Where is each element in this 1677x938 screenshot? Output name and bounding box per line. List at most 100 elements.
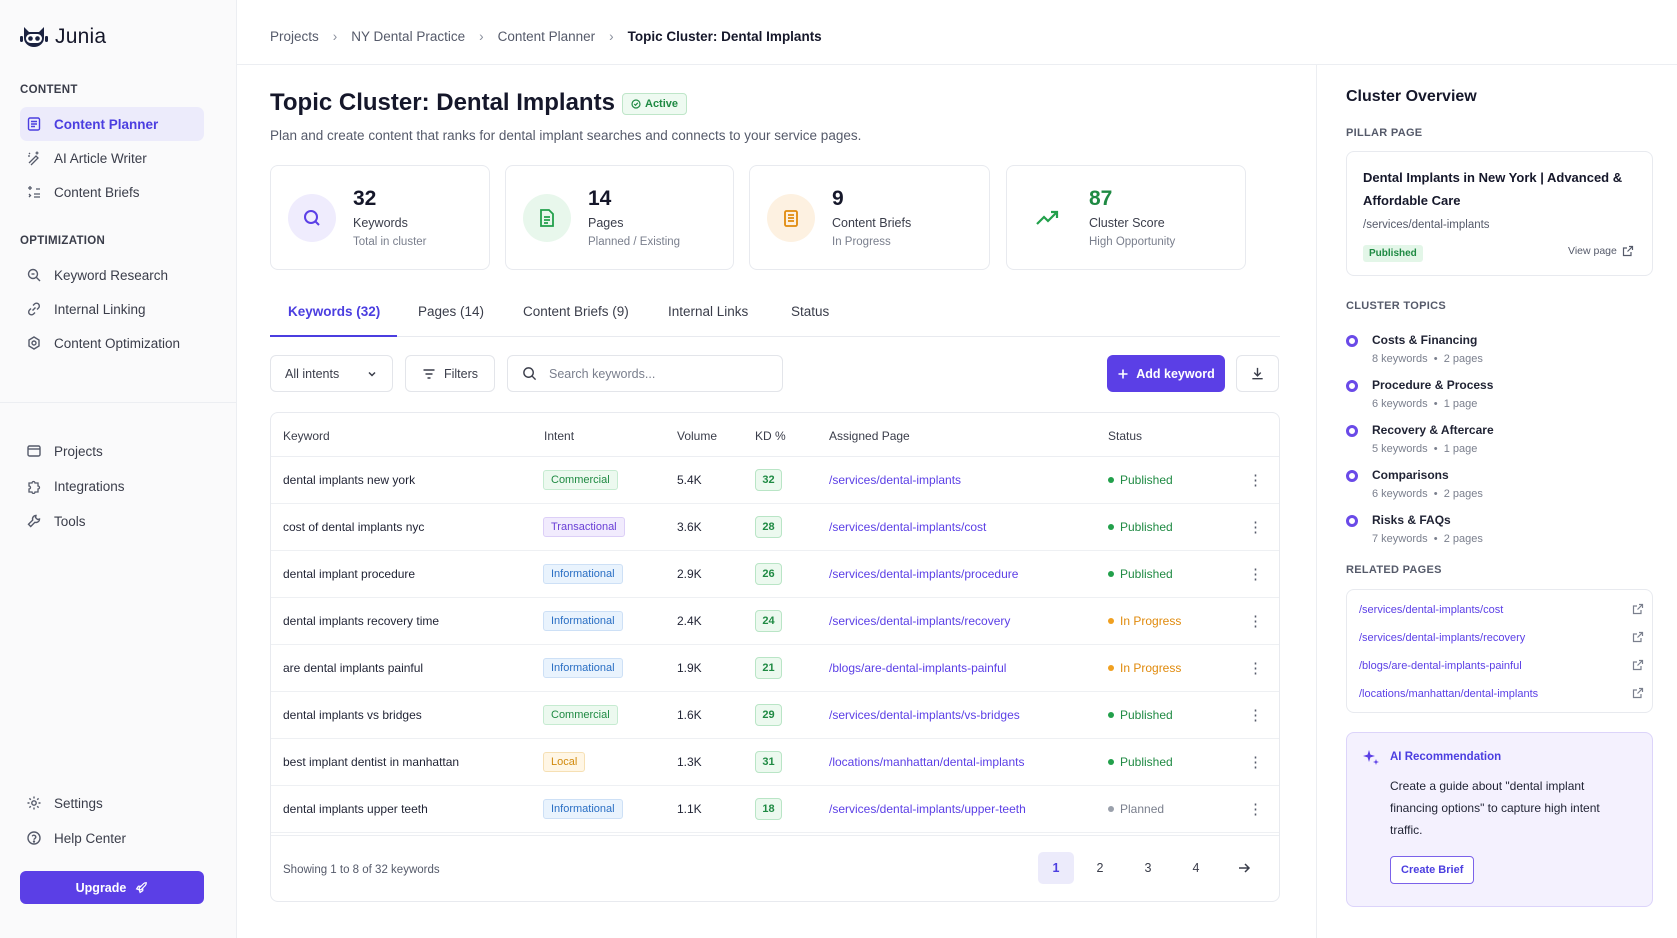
external-link-icon xyxy=(1632,687,1644,699)
filters-label: Filters xyxy=(443,366,479,381)
assigned-page-link[interactable]: /locations/manhattan/dental-implants xyxy=(829,755,1024,769)
link-icon xyxy=(27,302,41,316)
topic-name: Costs & Financing xyxy=(1372,333,1478,347)
sidebar-item-help-center[interactable]: Help Center xyxy=(20,821,204,855)
sidebar-item-integrations[interactable]: Integrations xyxy=(20,469,204,503)
breadcrumb: Projects › NY Dental Practice › Content … xyxy=(270,29,822,44)
sidebar-item-label: Content Planner xyxy=(54,116,159,132)
table-row[interactable]: dental implants recovery time Informatio… xyxy=(271,598,1279,645)
sidebar-item-internal-linking[interactable]: Internal Linking xyxy=(20,292,204,326)
more-vertical-icon[interactable]: ⋮ xyxy=(1248,612,1263,630)
page-button-4[interactable]: 4 xyxy=(1178,852,1214,884)
intent-select[interactable]: All intents xyxy=(270,355,393,392)
search-input[interactable]: Search keywords... xyxy=(507,355,783,392)
breadcrumb-projects[interactable]: Projects xyxy=(270,29,319,44)
add-keyword-button[interactable]: Add keyword xyxy=(1107,355,1225,392)
page-button-2[interactable]: 2 xyxy=(1082,852,1118,884)
sidebar-item-projects[interactable]: Projects xyxy=(20,434,204,468)
table-row[interactable]: dental implants new york Commercial 5.4K… xyxy=(271,457,1279,504)
volume-cell: 1.6K xyxy=(677,708,702,722)
more-vertical-icon[interactable]: ⋮ xyxy=(1248,471,1263,489)
kd-badge: 32 xyxy=(755,469,782,491)
related-page-link[interactable]: /blogs/are-dental-implants-painful xyxy=(1359,659,1644,672)
topic-meta: 7 keywords • 2 pages xyxy=(1372,533,1483,545)
tab-status[interactable]: Status xyxy=(791,297,829,337)
external-link-icon xyxy=(1632,659,1644,671)
table-row[interactable]: cost of dental implants nyc Transactiona… xyxy=(271,504,1279,551)
col-kd[interactable]: KD % xyxy=(755,429,786,443)
create-brief-button[interactable]: Create Brief xyxy=(1390,856,1475,884)
more-vertical-icon[interactable]: ⋮ xyxy=(1248,706,1263,724)
sparkle-icon xyxy=(1363,750,1379,765)
related-page-link[interactable]: /services/dental-implants/recovery xyxy=(1359,631,1644,644)
status-text: Published xyxy=(1120,755,1173,769)
showing-count: Showing 1 to 8 of 32 keywords xyxy=(283,864,440,876)
breadcrumb-project[interactable]: NY Dental Practice xyxy=(351,29,465,44)
status-dot xyxy=(1108,759,1114,765)
intent-badge: Informational xyxy=(543,799,623,819)
more-vertical-icon[interactable]: ⋮ xyxy=(1248,659,1263,677)
table-row[interactable]: dental implants vs bridges Commercial 1.… xyxy=(271,692,1279,739)
pillar-section-label: PILLAR PAGE xyxy=(1346,127,1423,139)
tab-internal-links[interactable]: Internal Links xyxy=(668,297,748,337)
assigned-page-link[interactable]: /services/dental-implants xyxy=(829,473,961,487)
tab-pages[interactable]: Pages (14) xyxy=(418,297,484,337)
assigned-page-link[interactable]: /services/dental-implants/cost xyxy=(829,520,986,534)
upgrade-button[interactable]: Upgrade xyxy=(20,871,204,904)
breadcrumb-content-planner[interactable]: Content Planner xyxy=(498,29,596,44)
page-button-1[interactable]: 1 xyxy=(1038,852,1074,884)
sidebar-item-keyword-research[interactable]: Keyword Research xyxy=(20,258,204,292)
col-intent[interactable]: Intent xyxy=(544,429,574,443)
volume-cell: 1.9K xyxy=(677,661,702,675)
table-row[interactable]: dental implant procedure Informational 2… xyxy=(271,551,1279,598)
more-vertical-icon[interactable]: ⋮ xyxy=(1248,753,1263,771)
assigned-page-link[interactable]: /services/dental-implants/vs-bridges xyxy=(829,708,1020,722)
assigned-page-link[interactable]: /services/dental-implants/recovery xyxy=(829,614,1010,628)
sidebar-item-ai-article-writer[interactable]: AI Article Writer xyxy=(20,141,204,175)
intent-badge: Commercial xyxy=(543,705,618,725)
stat-label: Cluster Score xyxy=(1089,216,1165,230)
sidebar-item-label: Content Briefs xyxy=(54,184,140,200)
related-page-link[interactable]: /services/dental-implants/cost xyxy=(1359,603,1644,616)
pillar-title: Dental Implants in New York | Advanced &… xyxy=(1363,170,1623,208)
search-placeholder: Search keywords... xyxy=(549,366,656,381)
sidebar-item-content-briefs[interactable]: Content Briefs xyxy=(20,175,204,209)
sidebar-item-settings[interactable]: Settings xyxy=(20,786,204,820)
status-dot xyxy=(1108,477,1114,483)
table-row[interactable]: dental implants upper teeth Informationa… xyxy=(271,786,1279,833)
status-text: Published xyxy=(1120,567,1173,581)
logo[interactable]: Junia xyxy=(20,24,106,50)
col-keyword[interactable]: Keyword xyxy=(283,429,330,443)
chevron-right-icon: › xyxy=(609,29,614,44)
view-page-link[interactable]: View page xyxy=(1568,245,1634,257)
stat-label: Pages xyxy=(588,216,624,230)
tab-content-briefs[interactable]: Content Briefs (9) xyxy=(523,297,629,337)
next-page-button[interactable] xyxy=(1226,852,1262,884)
download-button[interactable] xyxy=(1236,355,1279,392)
status-text: Published xyxy=(1120,520,1173,534)
more-vertical-icon[interactable]: ⋮ xyxy=(1248,800,1263,818)
assigned-page-link[interactable]: /blogs/are-dental-implants-painful xyxy=(829,661,1006,675)
published-badge: Published xyxy=(1363,245,1423,262)
table-row[interactable]: best implant dentist in manhattan Local … xyxy=(271,739,1279,786)
table-row[interactable]: are dental implants painful Informationa… xyxy=(271,645,1279,692)
col-volume[interactable]: Volume xyxy=(677,429,717,443)
col-assigned-page[interactable]: Assigned Page xyxy=(829,429,910,443)
sidebar-item-tools[interactable]: Tools xyxy=(20,504,204,538)
intent-badge: Local xyxy=(543,752,586,772)
filters-button[interactable]: Filters xyxy=(405,355,495,392)
col-status[interactable]: Status xyxy=(1108,429,1142,443)
assigned-page-link[interactable]: /services/dental-implants/procedure xyxy=(829,567,1018,581)
pillar-page-card[interactable]: Dental Implants in New York | Advanced &… xyxy=(1346,151,1653,276)
stat-card-cluster-score: 87 Cluster Score High Opportunity xyxy=(1006,165,1246,270)
more-vertical-icon[interactable]: ⋮ xyxy=(1248,518,1263,536)
page-button-3[interactable]: 3 xyxy=(1130,852,1166,884)
related-page-link[interactable]: /locations/manhattan/dental-implants xyxy=(1359,687,1644,700)
tab-keywords[interactable]: Keywords (32) xyxy=(270,297,397,337)
assigned-page-link[interactable]: /services/dental-implants/upper-teeth xyxy=(829,802,1026,816)
sidebar-item-content-planner[interactable]: Content Planner xyxy=(20,107,204,141)
status-text: Published xyxy=(1120,473,1173,487)
view-page-label: View page xyxy=(1568,245,1617,257)
more-vertical-icon[interactable]: ⋮ xyxy=(1248,565,1263,583)
sidebar-item-content-optimization[interactable]: Content Optimization xyxy=(20,326,204,360)
